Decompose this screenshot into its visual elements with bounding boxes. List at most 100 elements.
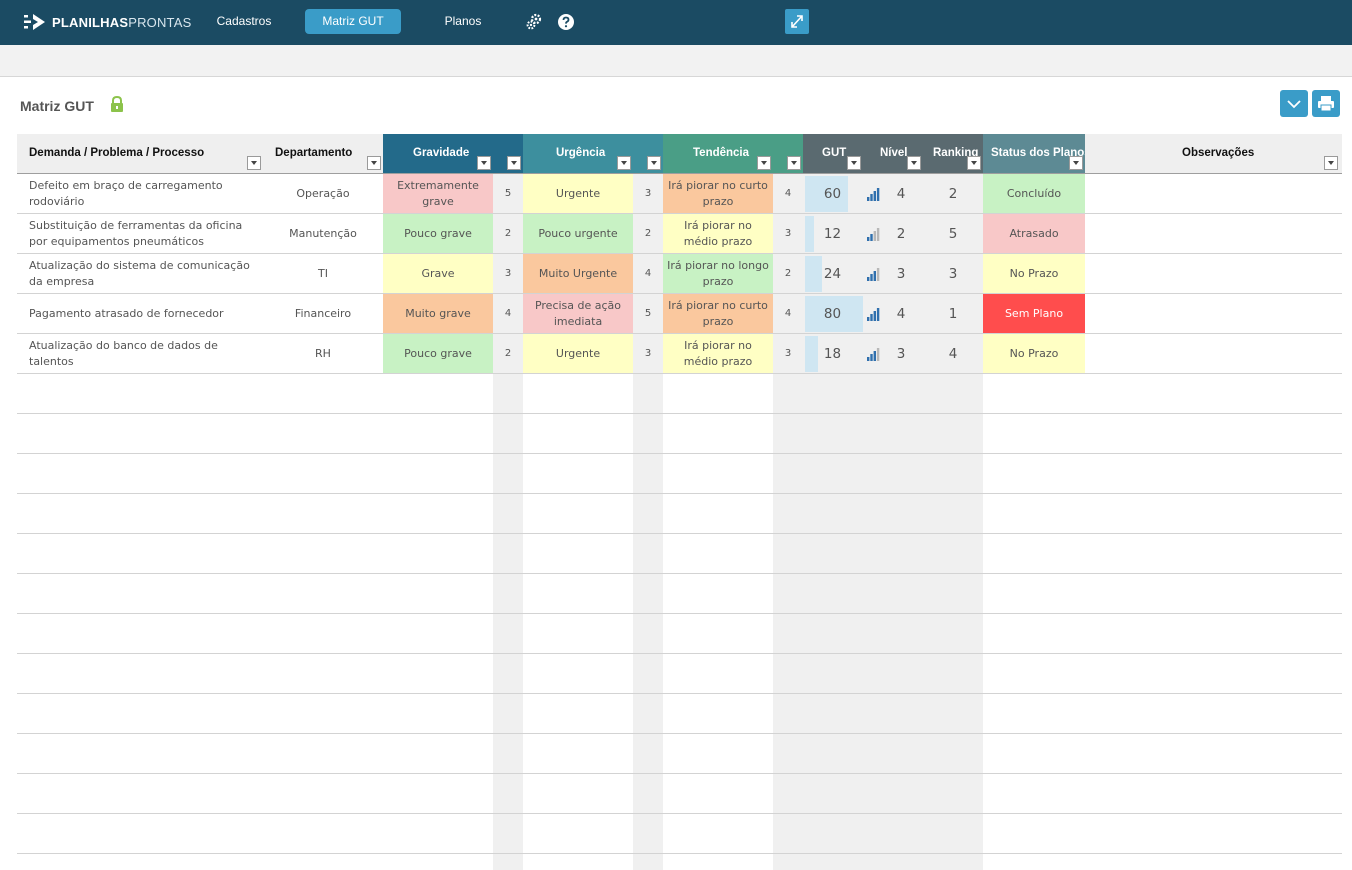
row-divider	[17, 213, 1342, 214]
demanda-cell[interactable]: Atualização do sistema de comunicação da…	[29, 254, 259, 294]
gut-value: 24	[823, 266, 842, 282]
level-bar	[876, 348, 880, 361]
filter-g-score-button[interactable]	[507, 156, 521, 170]
gravidade-cell[interactable]: Muito grave	[383, 294, 493, 334]
tendencia-cell[interactable]: Irá piorar no curto prazo	[663, 174, 773, 214]
filter-urgencia-button[interactable]	[617, 156, 631, 170]
tendencia-score-cell: 4	[784, 188, 792, 199]
header-urgencia-block: Urgência	[523, 134, 663, 174]
gravidade-score-cell: 4	[504, 308, 512, 319]
departamento-cell[interactable]: Financeiro	[263, 294, 383, 334]
level-bar	[876, 268, 880, 281]
gravidade-score-cell: 2	[504, 228, 512, 239]
tendencia-cell[interactable]: Irá piorar no médio prazo	[663, 334, 773, 374]
urgencia-score-cell: 3	[644, 348, 652, 359]
urgencia-cell[interactable]: Pouco urgente	[523, 214, 633, 254]
nav-matriz-gut[interactable]: Matriz GUT	[305, 9, 401, 34]
top-navigation-bar: PLANILHASPRONTAS Cadastros Matriz GUT Pl…	[0, 0, 1352, 45]
gut-value: 80	[823, 306, 842, 322]
status-cell[interactable]: Atrasado	[983, 214, 1085, 254]
urgencia-cell[interactable]: Precisa de ação imediata	[523, 294, 633, 334]
level-bar	[873, 311, 876, 321]
filter-u-score-button[interactable]	[647, 156, 661, 170]
filter-tendencia-button[interactable]	[757, 156, 771, 170]
status-cell[interactable]: No Prazo	[983, 334, 1085, 374]
ranking-value: 1	[948, 306, 958, 322]
status-cell[interactable]: No Prazo	[983, 254, 1085, 294]
row-divider	[17, 693, 1342, 694]
status-cell[interactable]: Concluído	[983, 174, 1085, 214]
urgencia-score-cell: 5	[644, 308, 652, 319]
demanda-cell[interactable]: Substituição de ferramentas da oficina p…	[29, 214, 259, 254]
departamento-cell[interactable]: RH	[263, 334, 383, 374]
page-title: Matriz GUT	[20, 98, 94, 114]
observacoes-cell[interactable]	[1085, 294, 1342, 334]
filter-nivel-button[interactable]	[907, 156, 921, 170]
filter-observacoes-button[interactable]	[1324, 156, 1338, 170]
nivel-value: 3	[896, 266, 906, 282]
row-divider	[17, 333, 1342, 334]
row-divider	[17, 373, 1342, 374]
level-signal-icon	[867, 308, 880, 321]
departamento-cell[interactable]: Operação	[263, 174, 383, 214]
level-bar	[867, 237, 870, 241]
lock-icon[interactable]	[109, 95, 125, 113]
status-cell[interactable]: Sem Plano	[983, 294, 1085, 334]
level-bar	[873, 271, 876, 281]
nivel-value: 2	[896, 226, 906, 242]
header-observacoes: Observações	[1182, 147, 1255, 159]
header-tendencia: Tendência	[693, 147, 750, 159]
filter-gut-button[interactable]	[847, 156, 861, 170]
observacoes-cell[interactable]	[1085, 214, 1342, 254]
observacoes-cell[interactable]	[1085, 174, 1342, 214]
print-button[interactable]	[1312, 90, 1340, 117]
gut-value: 12	[823, 226, 842, 242]
observacoes-cell[interactable]	[1085, 334, 1342, 374]
gears-icon[interactable]	[525, 13, 543, 31]
app-logo[interactable]: PLANILHASPRONTAS	[24, 10, 191, 34]
departamento-cell[interactable]: TI	[263, 254, 383, 294]
filter-t-score-button[interactable]	[787, 156, 801, 170]
filter-departamento-button[interactable]	[367, 156, 381, 170]
level-bar	[873, 191, 876, 201]
level-bar	[873, 231, 876, 241]
help-icon[interactable]	[557, 13, 575, 31]
collapse-button[interactable]	[1280, 90, 1308, 117]
nivel-value: 4	[896, 306, 906, 322]
filter-ranking-button[interactable]	[967, 156, 981, 170]
gut-value: 60	[823, 186, 842, 202]
logo-text: PLANILHASPRONTAS	[52, 14, 192, 30]
filter-gravidade-button[interactable]	[477, 156, 491, 170]
row-divider	[17, 813, 1342, 814]
filter-status-button[interactable]	[1069, 156, 1083, 170]
observacoes-cell[interactable]	[1085, 254, 1342, 294]
demanda-cell[interactable]: Atualização do banco de dados de talento…	[29, 334, 259, 374]
expand-button[interactable]	[785, 9, 809, 34]
level-bar	[876, 188, 880, 201]
row-divider	[17, 773, 1342, 774]
gravidade-cell[interactable]: Extremamente grave	[383, 174, 493, 214]
filter-demanda-button[interactable]	[247, 156, 261, 170]
gravidade-cell[interactable]: Grave	[383, 254, 493, 294]
demanda-cell[interactable]: Pagamento atrasado de fornecedor	[29, 294, 259, 334]
urgencia-cell[interactable]: Urgente	[523, 174, 633, 214]
tendencia-cell[interactable]: Irá piorar no curto prazo	[663, 294, 773, 334]
tendencia-score-cell: 3	[784, 228, 792, 239]
departamento-cell[interactable]: Manutenção	[263, 214, 383, 254]
nav-planos[interactable]: Planos	[436, 9, 490, 34]
nav-cadastros[interactable]: Cadastros	[208, 9, 280, 34]
row-divider	[17, 853, 1342, 854]
level-bar	[870, 234, 873, 241]
header-demanda: Demanda / Problema / Processo	[29, 147, 205, 159]
gravidade-cell[interactable]: Pouco grave	[383, 334, 493, 374]
tendencia-cell[interactable]: Irá piorar no longo prazo	[663, 254, 773, 294]
row-divider	[17, 413, 1342, 414]
gravidade-cell[interactable]: Pouco grave	[383, 214, 493, 254]
urgencia-cell[interactable]: Urgente	[523, 334, 633, 374]
gravidade-score-cell: 3	[504, 268, 512, 279]
toolbar-band	[0, 45, 1352, 77]
urgencia-cell[interactable]: Muito Urgente	[523, 254, 633, 294]
row-divider	[17, 533, 1342, 534]
demanda-cell[interactable]: Defeito em braço de carregamento rodoviá…	[29, 174, 259, 214]
tendencia-cell[interactable]: Irá piorar no médio prazo	[663, 214, 773, 254]
